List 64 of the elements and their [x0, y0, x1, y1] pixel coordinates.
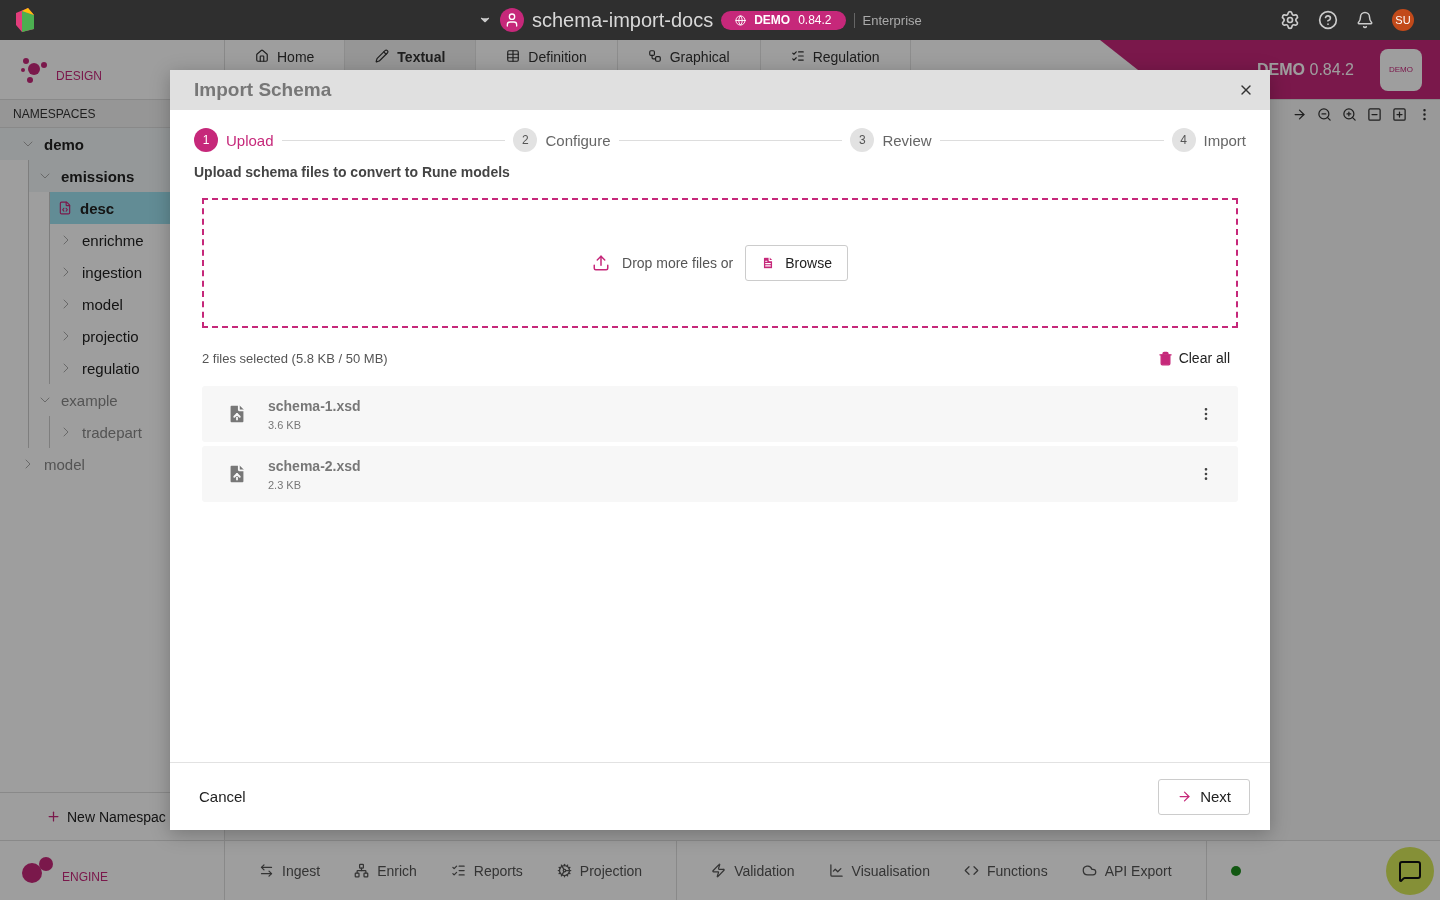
- file-icon: [58, 201, 72, 215]
- wizard-step[interactable]: 4 Import: [1171, 128, 1246, 152]
- engine-tab[interactable]: API Export: [1064, 862, 1189, 879]
- clear-all-button[interactable]: Clear all: [1157, 350, 1230, 366]
- expand-icon[interactable]: [1392, 106, 1407, 122]
- tab-icon: [255, 49, 269, 63]
- zoom-out-icon[interactable]: [1317, 106, 1332, 122]
- hierarchy-icon: [354, 863, 370, 878]
- file-size: 3.6 KB: [268, 418, 303, 431]
- drop-zone[interactable]: Drop more files or Browse: [202, 198, 1238, 328]
- engine-tab[interactable]: Enrich: [337, 862, 434, 879]
- engine-tab[interactable]: Ingest: [242, 862, 338, 879]
- browse-button[interactable]: Browse: [745, 245, 848, 281]
- engine-tab[interactable]: Validation: [694, 862, 812, 879]
- tab-icon: [790, 49, 805, 63]
- tree-item[interactable]: tradepart: [50, 416, 224, 448]
- engine-tab[interactable]: Projection: [539, 862, 660, 879]
- next-button[interactable]: Next: [1158, 778, 1250, 815]
- status-dot: [1230, 865, 1241, 876]
- notifications-icon[interactable]: [1356, 11, 1374, 29]
- checklist-icon: [450, 863, 466, 878]
- globe-icon: [735, 14, 747, 26]
- design-logo-text: DESIGN: [56, 67, 102, 83]
- file-row[interactable]: schema-2.xsd 2.3 KB: [202, 446, 1238, 502]
- tab-icon: [506, 49, 521, 63]
- environment-badge: DEMO 0.84.2: [721, 10, 846, 30]
- zoom-in-icon[interactable]: [1342, 106, 1357, 122]
- file-name: schema-2.xsd: [268, 457, 361, 474]
- engine-tab[interactable]: Visualisation: [811, 862, 947, 879]
- edition-label: Enterprise: [853, 12, 922, 28]
- collapse-icon[interactable]: [1367, 106, 1382, 122]
- wizard-step[interactable]: 2 Configure: [513, 128, 611, 152]
- arrows-icon: [259, 863, 274, 878]
- lightning-icon: [711, 863, 727, 878]
- project-name[interactable]: schema-import-docs: [532, 8, 714, 32]
- code-icon: [963, 863, 979, 878]
- help-icon[interactable]: [1318, 10, 1338, 30]
- tab-icon: [647, 49, 662, 63]
- demo-logo[interactable]: DEMO: [1380, 48, 1422, 91]
- selection-summary: 2 files selected (5.8 KB / 50 MB): [202, 350, 388, 366]
- wizard-step[interactable]: 3 Review: [850, 128, 932, 152]
- line-chart-icon: [828, 863, 844, 878]
- file-icon: [761, 256, 776, 270]
- engine-tab[interactable]: Functions: [946, 862, 1065, 879]
- file-name: schema-1.xsd: [268, 397, 361, 414]
- settings-icon[interactable]: [1280, 10, 1300, 30]
- chat-icon: [1398, 858, 1422, 883]
- file-row[interactable]: schema-1.xsd 3.6 KB: [202, 386, 1238, 442]
- gears-icon: [556, 863, 572, 878]
- user-icon: [500, 8, 524, 32]
- engine-logo-text: ENGINE: [62, 868, 108, 884]
- engine-tab[interactable]: Reports: [433, 862, 540, 879]
- cloud-icon: [1081, 863, 1097, 878]
- arrow-right-icon: [1177, 789, 1193, 804]
- upload-icon: [592, 254, 610, 272]
- drop-prompt: Drop more files or: [622, 255, 734, 271]
- trash-icon: [1157, 350, 1173, 366]
- plus-icon: [46, 809, 61, 824]
- arrow-right-icon[interactable]: [1292, 106, 1307, 122]
- tab-icon: [375, 49, 390, 63]
- file-size: 2.3 KB: [268, 478, 303, 491]
- app-logo: [14, 7, 36, 33]
- user-avatar[interactable]: SU: [1392, 9, 1414, 31]
- chat-button[interactable]: [1386, 846, 1434, 895]
